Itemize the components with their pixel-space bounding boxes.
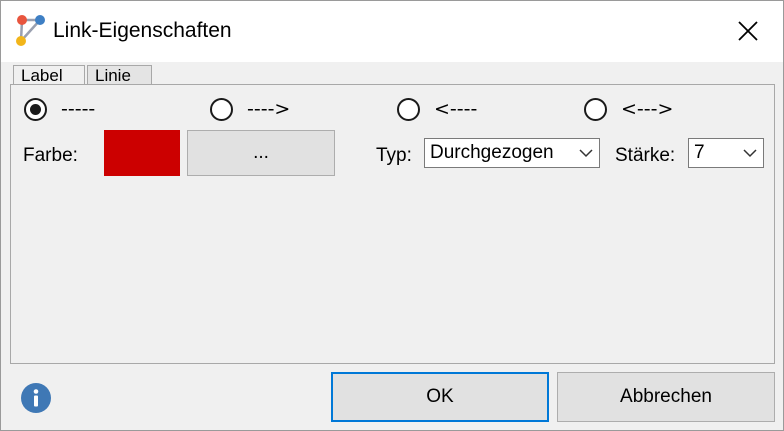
strength-value: 7 bbox=[694, 142, 705, 163]
color-swatch[interactable] bbox=[104, 130, 180, 176]
radio-direction-none[interactable]: ----- bbox=[24, 96, 95, 122]
radio-label: <---> bbox=[621, 98, 674, 120]
tab-label[interactable]: Label bbox=[13, 65, 85, 85]
radio-direction-forward[interactable]: ----> bbox=[210, 96, 290, 122]
radio-dot bbox=[30, 103, 41, 115]
line-type-value: Durchgezogen bbox=[430, 142, 554, 163]
tab-linie[interactable]: Linie bbox=[87, 65, 152, 85]
radio-label: <---- bbox=[434, 98, 478, 120]
chevron-down-icon bbox=[743, 149, 757, 158]
ok-button[interactable]: OK bbox=[331, 372, 549, 422]
radio-button[interactable] bbox=[397, 97, 420, 121]
radio-button[interactable] bbox=[210, 97, 233, 121]
tab-panel bbox=[10, 84, 775, 364]
info-icon[interactable] bbox=[21, 383, 51, 413]
strength-select[interactable]: 7 bbox=[688, 138, 764, 168]
info-glyph bbox=[33, 389, 39, 407]
radio-direction-both[interactable]: <---> bbox=[584, 96, 673, 122]
radio-label: ----> bbox=[247, 98, 291, 120]
strength-label: Stärke: bbox=[615, 145, 676, 166]
title-bar: Link-Eigenschaften bbox=[1, 1, 783, 62]
color-picker-button[interactable]: ... bbox=[187, 130, 335, 176]
graph-link-icon bbox=[16, 15, 45, 46]
dialog-window: Link-Eigenschaften Label Linie ----- ---… bbox=[0, 0, 784, 431]
chevron-down-icon bbox=[579, 149, 593, 158]
radio-label: ----- bbox=[61, 98, 96, 120]
line-type-select[interactable]: Durchgezogen bbox=[424, 138, 600, 168]
radio-button[interactable] bbox=[584, 97, 607, 121]
close-button[interactable] bbox=[723, 9, 773, 53]
radio-direction-backward[interactable]: <---- bbox=[397, 96, 477, 122]
color-label: Farbe: bbox=[23, 145, 78, 166]
window-title: Link-Eigenschaften bbox=[53, 19, 232, 42]
cancel-button[interactable]: Abbrechen bbox=[557, 372, 775, 422]
close-icon bbox=[738, 21, 758, 41]
radio-button-checked[interactable] bbox=[24, 97, 47, 121]
type-label: Typ: bbox=[376, 145, 412, 166]
